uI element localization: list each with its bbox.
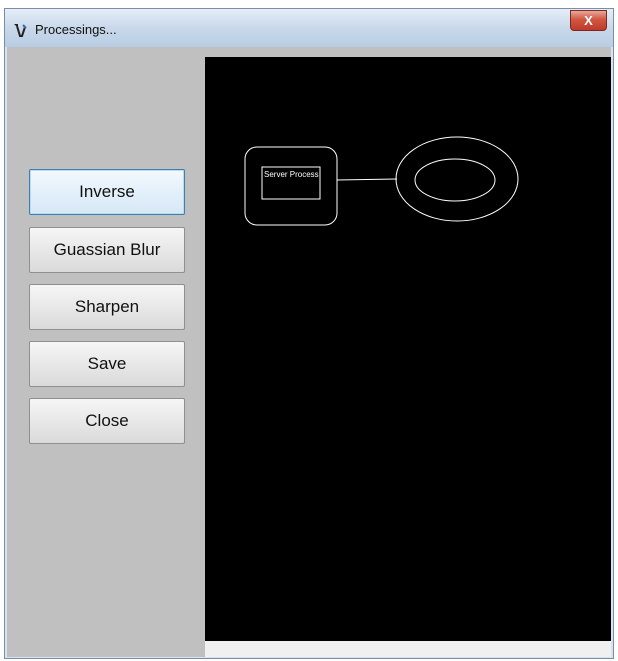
connector-line bbox=[336, 178, 398, 181]
window-close-button[interactable]: X bbox=[570, 10, 607, 31]
app-icon bbox=[14, 24, 27, 37]
close-button[interactable]: Close bbox=[29, 398, 185, 444]
inner-ellipse bbox=[414, 158, 496, 202]
diagram-svg: Server Process bbox=[244, 136, 519, 226]
save-button[interactable]: Save bbox=[29, 341, 185, 387]
sharpen-button[interactable]: Sharpen bbox=[29, 284, 185, 330]
processing-window: Processings... X Inverse Guassian Blur S… bbox=[4, 8, 614, 659]
status-strip bbox=[205, 641, 611, 657]
window-title: Processings... bbox=[35, 22, 117, 37]
outer-ellipse[interactable] bbox=[395, 136, 519, 222]
server-node-outer[interactable] bbox=[244, 146, 338, 226]
client-area: Inverse Guassian Blur Sharpen Save Close… bbox=[7, 47, 611, 657]
title-bar[interactable]: Processings... X bbox=[5, 9, 613, 47]
inverse-button[interactable]: Inverse bbox=[29, 169, 185, 215]
drawing-canvas[interactable]: Server Process bbox=[205, 57, 611, 641]
gaussian-blur-button[interactable]: Guassian Blur bbox=[29, 227, 185, 273]
sidebar: Inverse Guassian Blur Sharpen Save Close bbox=[7, 47, 205, 657]
server-process-label: Server Process bbox=[264, 170, 319, 179]
